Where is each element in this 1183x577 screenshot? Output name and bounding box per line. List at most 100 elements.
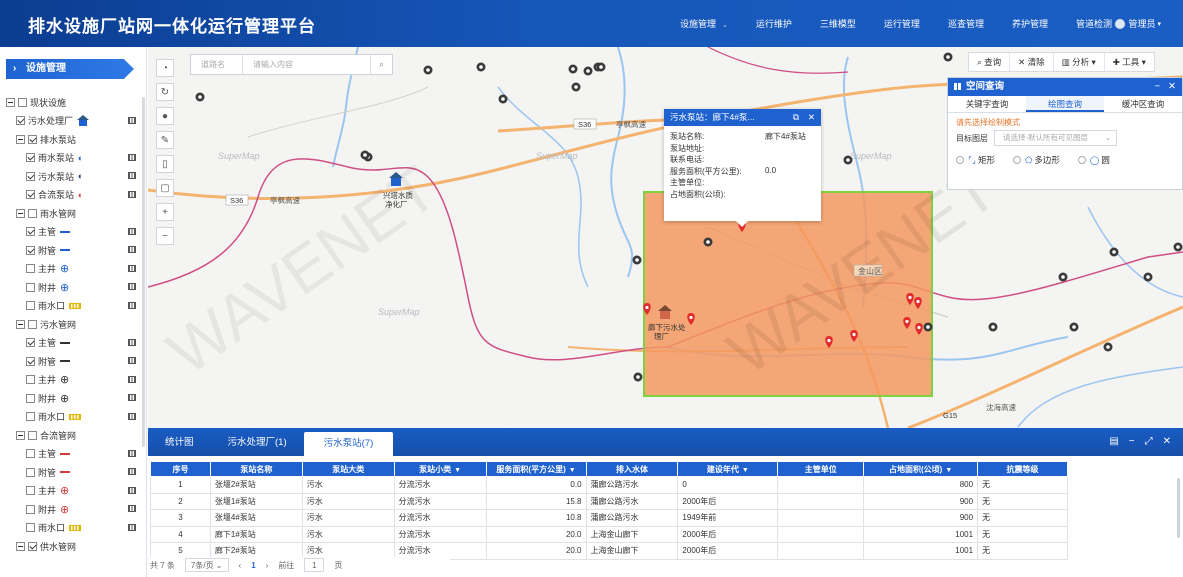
prev-page-icon[interactable]: ‹ — [239, 561, 242, 570]
sidebar-scrollbar[interactable] — [142, 97, 145, 447]
search-input[interactable]: 请输入内容 — [243, 55, 370, 75]
shape-polygon[interactable]: ⬠ 多边形 — [1012, 154, 1060, 166]
layer-checkbox[interactable] — [26, 486, 35, 496]
tree-node[interactable]: 污水处理厂 — [0, 112, 146, 131]
tree-node[interactable]: 附井 ⊕ — [0, 278, 146, 297]
pump-station-marker[interactable] — [1143, 272, 1153, 282]
close-icon[interactable]: ✕ — [808, 109, 815, 126]
layer-checkbox[interactable] — [26, 282, 35, 292]
layer-checkbox[interactable] — [26, 393, 35, 403]
layer-checkbox[interactable] — [26, 227, 35, 237]
target-layer-select[interactable]: 请选择-默认所有可见图层 ⌄ — [994, 130, 1117, 146]
radio[interactable] — [1077, 156, 1086, 164]
table-row[interactable]: 3 张堰4#泵站 污水 分流污水 10.8 蒲廊公路污水 1949年前 900 无 — [150, 509, 1068, 527]
layer-checkbox[interactable] — [28, 430, 37, 440]
tree-node[interactable]: 雨水口 — [0, 408, 146, 427]
tree-node[interactable]: 主井 ⊕ — [0, 482, 146, 501]
tree-node[interactable]: 排水泵站 — [0, 130, 146, 149]
minimize-icon[interactable]: − — [1154, 78, 1160, 96]
attribute-table-icon[interactable] — [128, 449, 136, 457]
table-row[interactable]: 4 廊下1#泵站 污水 分流污水 20.0 上海金山廊下 2000年后 1001 无 — [150, 525, 1068, 543]
pump-station-marker[interactable] — [596, 62, 606, 72]
pump-station-marker[interactable] — [571, 82, 581, 92]
column-header[interactable]: 泵站小类 ▼ — [393, 461, 487, 477]
pump-station-marker[interactable] — [943, 52, 953, 62]
query-button[interactable]: ⌕ 查询 — [969, 53, 1011, 71]
map-view[interactable]: WAVENET WAVENET SuperMap SuperMap SuperM… — [148, 47, 1183, 428]
shape-rectangle[interactable]: ⌜⌟ 矩形 — [956, 154, 995, 166]
attribute-table-icon[interactable] — [128, 486, 136, 494]
spatial-tab[interactable]: 关键字查询 — [948, 96, 1026, 112]
column-header[interactable]: 排入水体 — [585, 461, 679, 477]
external-link-icon[interactable]: ⧉ — [793, 109, 799, 126]
pump-station-marker[interactable] — [360, 150, 370, 160]
goto-input[interactable]: 1 — [304, 558, 325, 572]
pump-station-marker[interactable] — [1173, 242, 1183, 252]
nav-facility-management[interactable]: 设施管理 ⌄ — [680, 17, 728, 30]
layer-checkbox[interactable] — [26, 171, 35, 181]
attribute-table-icon[interactable] — [128, 283, 136, 290]
pump-station-marker[interactable] — [1103, 342, 1113, 352]
select-box-icon[interactable]: ▢ — [156, 179, 174, 197]
layer-checkbox[interactable] — [28, 134, 37, 144]
maximize-icon[interactable]: ⤢ — [1145, 436, 1153, 447]
layer-checkbox[interactable] — [28, 208, 37, 218]
tree-node[interactable]: 合流管网 — [0, 426, 146, 445]
user-menu[interactable]: 管理员 ▾ — [1115, 17, 1161, 30]
page-size-select[interactable]: 7条/页 ⌄ — [184, 558, 229, 572]
layer-checkbox[interactable] — [28, 541, 37, 551]
radio[interactable] — [956, 156, 964, 164]
expand-toggle-icon[interactable] — [16, 541, 25, 551]
locate-icon[interactable]: ● — [156, 107, 174, 125]
analysis-button[interactable]: ▥ 分析 ▾ — [1054, 53, 1105, 71]
spatial-tab[interactable]: 缓冲区查询 — [1104, 96, 1182, 112]
clear-button[interactable]: ✕ 清除 — [1010, 53, 1054, 71]
column-header[interactable]: 主管单位 — [777, 461, 865, 477]
nav-operation-management[interactable]: 运行管理 — [884, 17, 920, 30]
pump-station-marker[interactable] — [1069, 322, 1079, 332]
column-header[interactable]: 建设年代 ▼ — [677, 461, 779, 477]
close-icon[interactable]: ✕ — [1163, 436, 1171, 447]
tab-plants[interactable]: 污水处理厂(1) — [211, 430, 304, 456]
export-icon[interactable]: ▤ — [1109, 436, 1118, 447]
next-page-icon[interactable]: › — [266, 561, 269, 570]
tree-node[interactable]: 主井 ⊕ — [0, 260, 146, 279]
tree-node[interactable]: 主管 — [0, 445, 146, 464]
eraser-icon[interactable]: ✎ — [156, 131, 174, 149]
attribute-table-icon[interactable] — [128, 505, 136, 512]
attribute-table-icon[interactable] — [128, 246, 136, 253]
expand-toggle-icon[interactable] — [16, 430, 25, 440]
table-scrollbar[interactable] — [1177, 478, 1180, 538]
tree-node[interactable]: 雨水口 — [0, 519, 146, 538]
search-type-select[interactable]: 道路名 — [191, 55, 243, 74]
attribute-table-icon[interactable] — [128, 153, 136, 161]
expand-toggle-icon[interactable] — [16, 134, 25, 144]
tree-node[interactable]: 雨水口 — [0, 297, 146, 316]
pump-station-marker[interactable] — [988, 322, 998, 332]
nav-pipe-detection[interactable]: 管道检测 — [1076, 17, 1112, 30]
pump-station-marker[interactable] — [923, 322, 933, 332]
attribute-table-icon[interactable] — [128, 357, 136, 364]
column-header[interactable]: 占地面积(公顷) ▼ — [863, 461, 979, 477]
attribute-table-icon[interactable] — [128, 172, 136, 179]
layer-checkbox[interactable] — [26, 356, 35, 366]
pump-station-marker[interactable] — [195, 92, 205, 102]
attribute-table-icon[interactable] — [128, 394, 136, 401]
expand-toggle-icon[interactable] — [16, 319, 25, 329]
rotate-icon[interactable]: ↻ — [156, 83, 174, 101]
search-icon[interactable]: ⌕ — [370, 55, 392, 74]
pump-station-marker[interactable] — [703, 237, 713, 247]
tools-button[interactable]: ✚ 工具 ▾ — [1105, 53, 1154, 71]
tree-node[interactable]: 主井 ⊕ — [0, 371, 146, 390]
filter-icon[interactable]: ▼ — [454, 467, 461, 474]
layer-checkbox[interactable] — [26, 338, 35, 348]
layer-checkbox[interactable] — [26, 190, 35, 200]
tree-node[interactable]: 附管 — [0, 352, 146, 371]
layer-checkbox[interactable] — [16, 116, 25, 126]
shape-circle[interactable]: ◯ 圆 — [1077, 154, 1110, 166]
attribute-table-icon[interactable] — [128, 301, 136, 309]
current-page[interactable]: 1 — [251, 561, 255, 570]
layer-checkbox[interactable] — [26, 153, 35, 163]
layer-checkbox[interactable] — [26, 523, 35, 533]
expand-toggle-icon[interactable] — [16, 208, 25, 218]
